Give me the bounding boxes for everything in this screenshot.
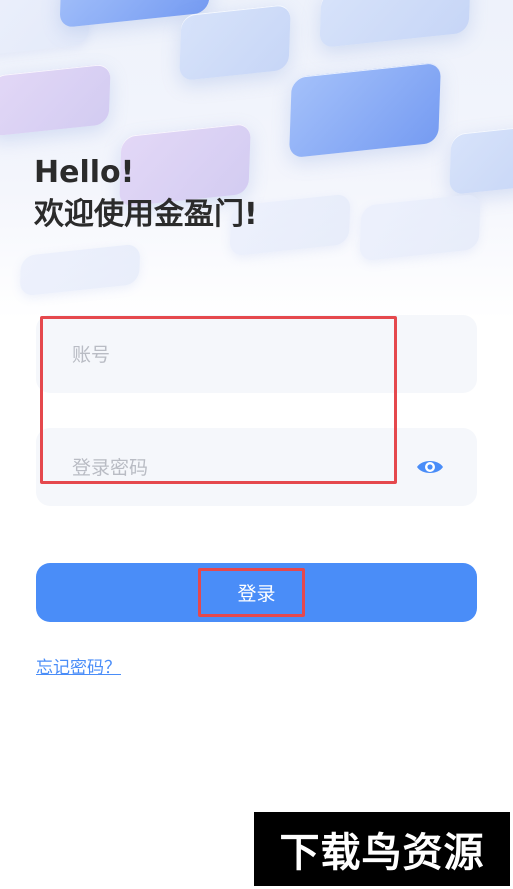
welcome-message: 欢迎使用金盈门!	[34, 197, 258, 232]
welcome-heading: Hello! 欢迎使用金盈门!	[34, 152, 258, 236]
decor-tile	[19, 243, 141, 297]
forgot-password-link[interactable]: 忘记密码？	[36, 653, 121, 678]
decor-tile	[359, 193, 481, 262]
highlight-box-login	[198, 568, 305, 617]
decor-tile	[289, 61, 441, 159]
watermark-logo: 下载鸟资源	[254, 812, 510, 886]
decor-tile	[449, 125, 513, 195]
decor-tile	[179, 3, 291, 82]
eye-icon[interactable]	[416, 456, 444, 478]
highlight-box-credentials	[40, 316, 397, 484]
welcome-hello: Hello!	[34, 155, 135, 190]
decor-tile	[0, 63, 111, 137]
watermark-text: 下载鸟资源	[279, 830, 485, 876]
decor-tile	[319, 0, 471, 49]
